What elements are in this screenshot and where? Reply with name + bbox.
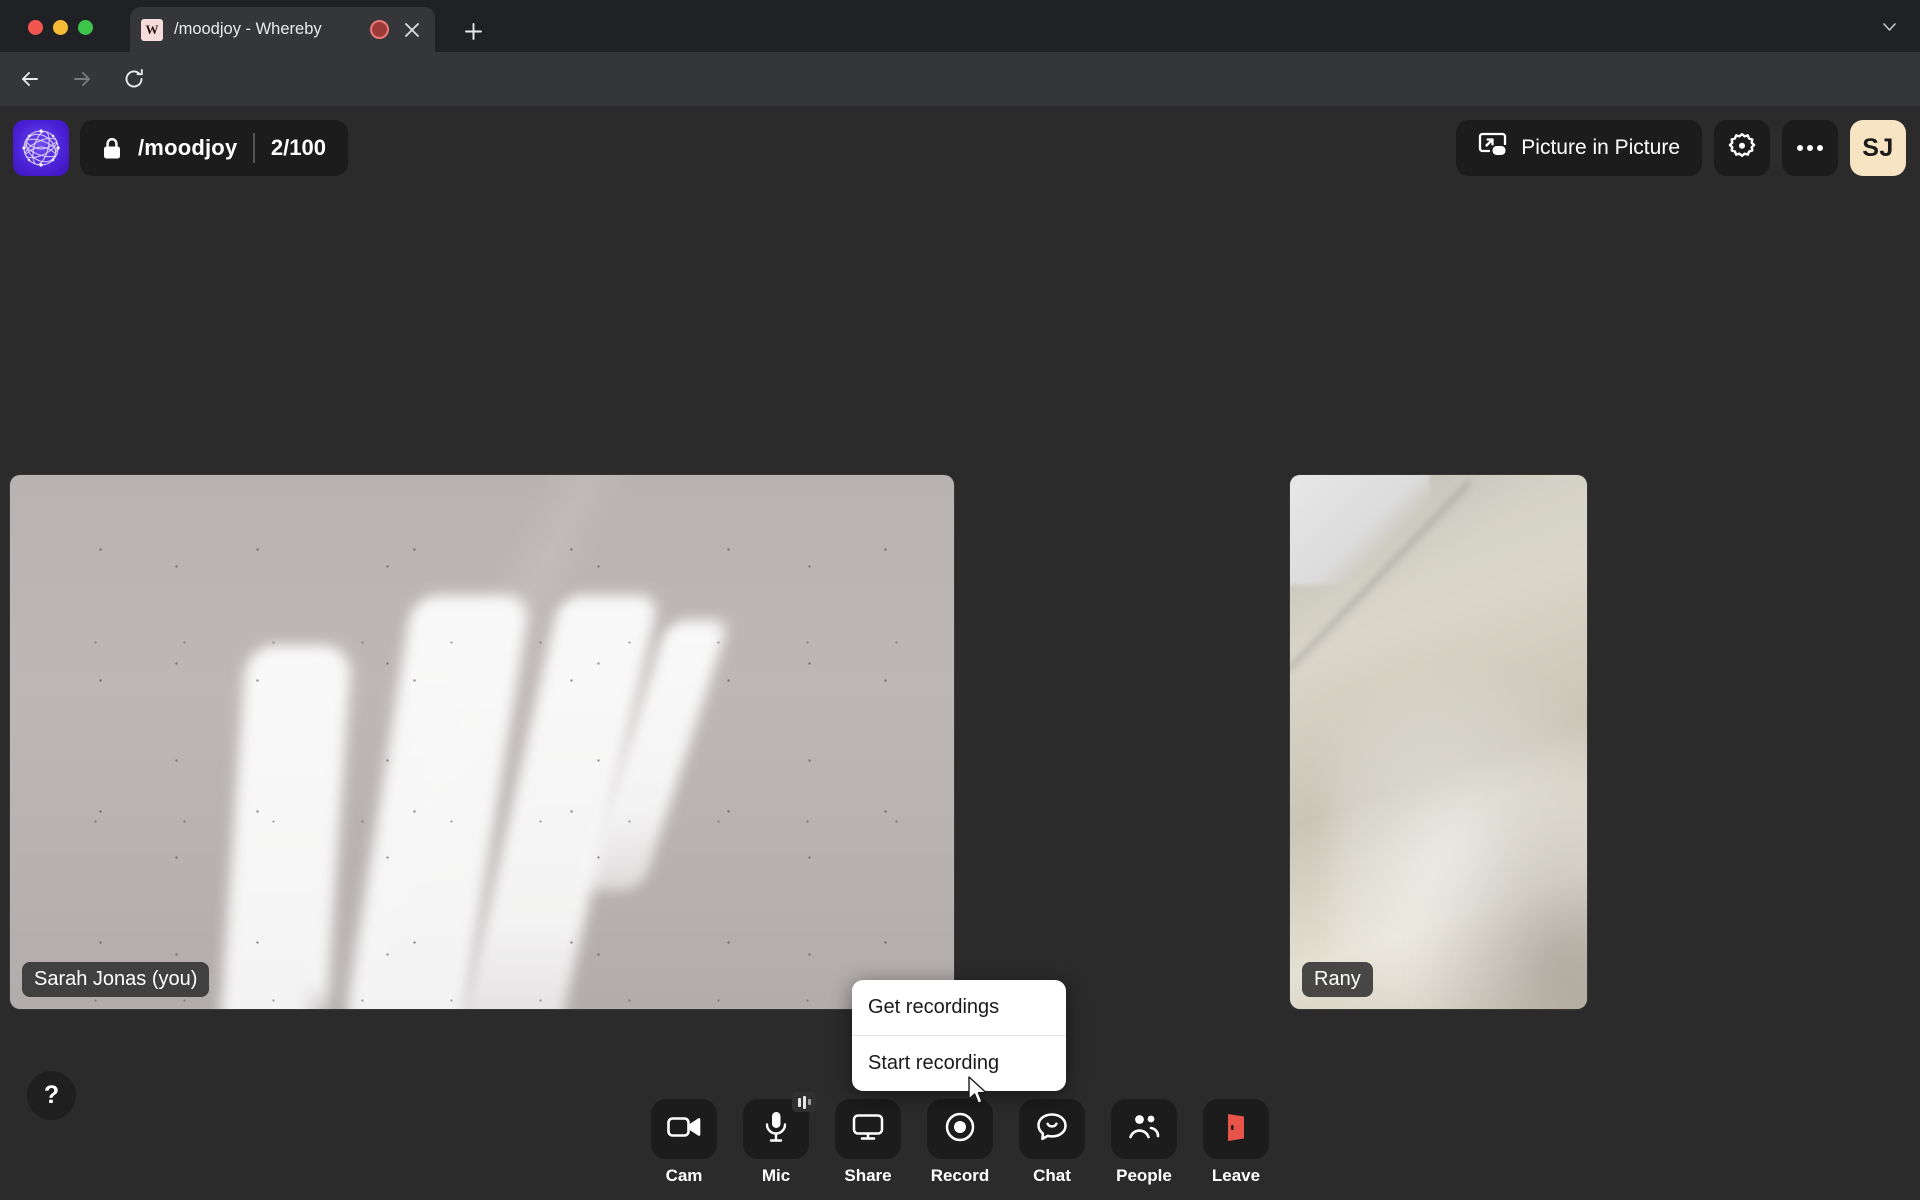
gear-icon [1727, 131, 1757, 166]
minimize-window-button[interactable] [53, 20, 68, 35]
picture-in-picture-label: Picture in Picture [1521, 136, 1680, 159]
reload-button[interactable] [114, 59, 154, 99]
leave-label: Leave [1211, 1166, 1261, 1185]
new-tab-button[interactable] [458, 16, 488, 46]
control-leave[interactable]: Leave [1203, 1099, 1269, 1186]
self-video-feed [10, 475, 954, 1009]
more-options-button[interactable] [1782, 120, 1838, 176]
control-cam[interactable]: Cam [651, 1099, 717, 1186]
record-label: Record [930, 1166, 990, 1185]
chat-bubble-icon [1036, 1112, 1068, 1147]
whereby-room-logo[interactable] [13, 120, 69, 176]
control-chat[interactable]: Chat [1019, 1099, 1085, 1186]
control-people[interactable]: People [1111, 1099, 1177, 1186]
ellipsis-icon [1795, 139, 1825, 157]
room-info-pill[interactable]: /moodjoy 2/100 [80, 120, 348, 176]
menu-item-get-recordings[interactable]: Get recordings [852, 980, 1066, 1035]
people-button[interactable] [1111, 1099, 1177, 1159]
cam-label: Cam [665, 1166, 703, 1185]
forward-button[interactable] [62, 59, 102, 99]
divider [253, 133, 255, 163]
close-window-button[interactable] [28, 20, 43, 35]
video-tile-self[interactable]: Sarah Jonas (you) [10, 475, 954, 1009]
browser-toolbar: whereby.com/moodjoy Incognito [0, 52, 1920, 152]
control-record[interactable]: Record [927, 1099, 993, 1186]
browser-tabstrip: W /moodjoy - Whereby [0, 0, 1920, 52]
microphone-icon [763, 1110, 789, 1149]
mic-button[interactable] [743, 1092, 816, 1159]
picture-in-picture-button[interactable]: Picture in Picture [1456, 120, 1702, 176]
video-tile-rany[interactable]: Rany [1290, 475, 1587, 1009]
room-name: /moodjoy [138, 135, 238, 160]
participant-count: 2/100 [270, 135, 326, 160]
recording-menu: Get recordings Start recording [852, 980, 1066, 1091]
whereby-favicon: W [141, 18, 163, 41]
people-icon [1127, 1113, 1161, 1146]
participant-name-label: Sarah Jonas (you) [22, 962, 210, 997]
settings-button[interactable] [1714, 120, 1770, 176]
recording-dot-icon[interactable] [370, 20, 389, 39]
back-button[interactable] [10, 59, 50, 99]
app-header: /moodjoy 2/100 Picture in Picture SJ [0, 106, 1920, 191]
picture-in-picture-icon [1478, 132, 1508, 164]
mouse-cursor [968, 1076, 990, 1111]
chat-label: Chat [1033, 1166, 1071, 1185]
maximize-window-button[interactable] [78, 20, 93, 35]
browser-tab[interactable]: W /moodjoy - Whereby [130, 7, 435, 52]
control-share[interactable]: Share [835, 1099, 901, 1186]
chat-button[interactable] [1019, 1099, 1085, 1159]
header-actions: Picture in Picture SJ [1456, 120, 1906, 176]
control-mic[interactable]: Mic [743, 1092, 816, 1186]
window-traffic-lights[interactable] [28, 20, 93, 35]
avatar[interactable]: SJ [1850, 120, 1906, 176]
tab-title: /moodjoy - Whereby [174, 20, 322, 38]
chevron-down-icon[interactable] [1881, 18, 1898, 40]
audio-level-icon [792, 1092, 816, 1112]
call-controls-bar: Cam Mic Share Record Chat People Leave [0, 1092, 1920, 1186]
screen-share-icon [852, 1113, 884, 1146]
share-label: Share [844, 1166, 892, 1185]
navigation-buttons [10, 59, 154, 99]
leave-door-icon [1222, 1111, 1250, 1148]
rany-video-feed [1290, 475, 1587, 1009]
menu-item-start-recording[interactable]: Start recording [852, 1036, 1066, 1091]
cam-button[interactable] [651, 1099, 717, 1159]
mic-label: Mic [761, 1166, 791, 1185]
participant-name-label: Rany [1302, 962, 1373, 997]
video-stage: Sarah Jonas (you) Rany [0, 191, 1920, 1061]
lock-icon [102, 137, 122, 160]
people-label: People [1116, 1166, 1172, 1185]
video-camera-icon [667, 1115, 701, 1144]
leave-button[interactable] [1203, 1099, 1269, 1159]
record-circle-icon [944, 1111, 976, 1148]
share-button[interactable] [835, 1099, 901, 1159]
close-icon[interactable] [400, 18, 424, 42]
